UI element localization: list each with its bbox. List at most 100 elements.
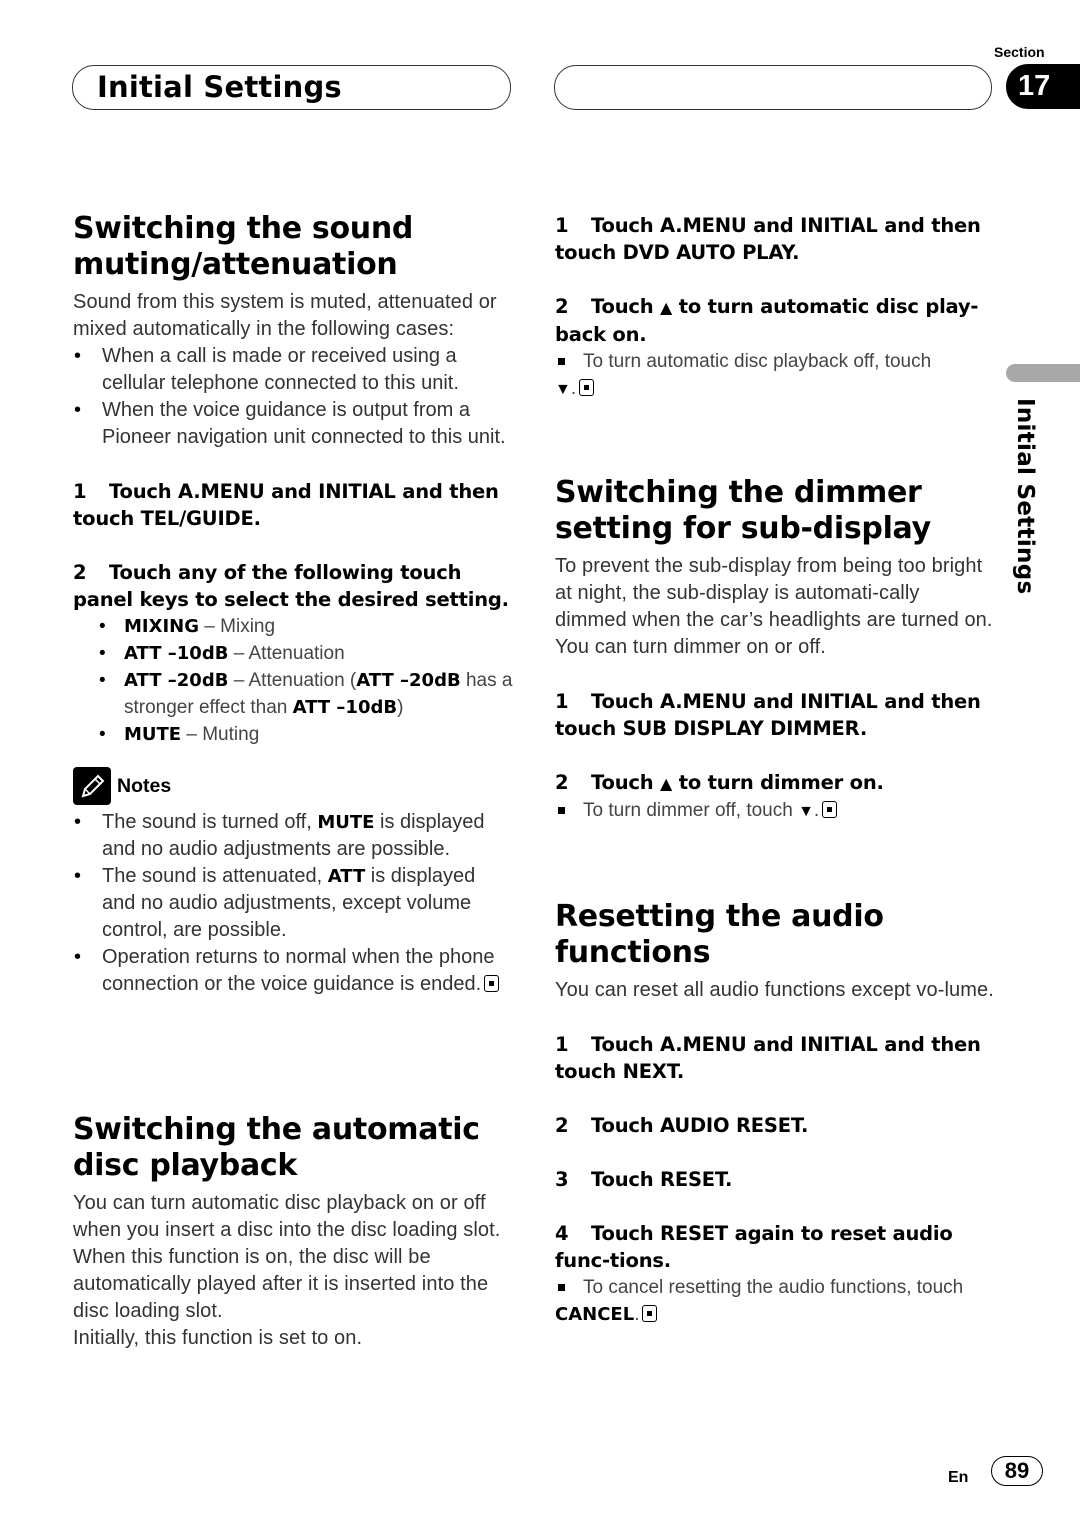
option-key: MIXING [124,616,200,637]
step-text: Touch AUDIO RESET. [591,1114,809,1137]
note-text: To cancel resetting the audio functions,… [583,1277,964,1298]
reset-step-4: 4 Touch RESET again to reset audio func-t… [555,1220,995,1274]
reset-cancel-note: To cancel resetting the audio functions,… [555,1274,995,1328]
muting-cases-list: When a call is made or received using a … [73,343,513,451]
heading-line: Switching the sound [73,211,414,246]
step-text: Touch A.MENU and INITIAL and then touch … [555,690,981,740]
note-text: To turn dimmer off, touch [583,800,799,821]
note-item: The sound is attenuated, ATT is displaye… [73,863,513,944]
reset-step-1: 1 Touch A.MENU and INITIAL and then touch… [555,1031,995,1085]
reset-intro: You can reset all audio functions except… [555,979,994,1001]
heading-line: muting/attenuation [73,247,398,282]
step-number: 2 [73,561,87,584]
option-att-20db: ATT –20dB – Attenuation (ATT –20dB has a… [99,667,513,721]
section-heading-reset: Resetting the audio functions [555,899,884,970]
reset-step-2: 2 Touch AUDIO RESET. [555,1112,995,1139]
down-triangle-icon: ▼ [798,803,814,820]
option-desc: – Muting [181,724,260,745]
note-item: Operation returns to normal when the pho… [73,944,513,998]
section-label: Section [994,44,1045,60]
step-text: to turn dimmer on. [672,771,884,794]
option-desc: – Attenuation ( [228,670,357,691]
autoplay-step-2: 2 Touch ▲ to turn automatic disc play-bac… [555,293,995,348]
note-text: The sound is attenuated, [102,865,328,887]
end-of-section-icon [642,1305,658,1322]
section-dimmer: Switching the dimmer setting for sub-dis… [555,475,995,825]
section-heading-muting: Switching the sound muting/attenuation [73,211,513,283]
note-text: . [634,1304,640,1325]
dimmer-step-2: 2 Touch ▲ to turn dimmer on. [555,769,995,797]
end-of-section-icon [579,379,595,396]
dimmer-intro: To prevent the sub-display from being to… [555,555,993,658]
option-mute: MUTE – Muting [99,721,513,748]
option-desc: – Attenuation [228,643,345,664]
end-of-section-icon [484,975,500,992]
dimmer-off-note: To turn dimmer off, touch ▼. [555,797,995,825]
step-number: 2 [555,771,569,794]
reset-step-3: 3 Touch RESET. [555,1166,995,1193]
option-key: ATT –20dB [124,670,229,691]
dimmer-step-1: 1 Touch A.MENU and INITIAL and then touch… [555,688,995,742]
section-autoplay: Switching the automatic disc playback Yo… [73,1112,513,1352]
side-tab-label: Initial Settings [1012,398,1038,595]
step-text: Touch A.MENU and INITIAL and then touch … [555,214,981,264]
note-key: MUTE [317,812,375,833]
pencil-icon [73,767,111,805]
note-key: ATT [327,866,366,887]
step-number: 1 [555,1033,569,1056]
section-heading-autoplay: Switching the automatic disc playback [73,1112,513,1184]
option-key: ATT –10dB [124,643,229,664]
note-item: The sound is turned off, MUTE is display… [73,809,513,863]
list-item: When the voice guidance is output from a… [73,397,513,451]
step-number: 3 [555,1168,569,1191]
step-text: Touch A.MENU and INITIAL and then touch … [555,1033,981,1083]
muting-options-list: MIXING – Mixing ATT –10dB – Attenuation … [73,613,513,748]
list-item: When a call is made or received using a … [73,343,513,397]
step-number: 1 [73,480,87,503]
note-text: To turn automatic disc playback off, tou… [583,351,932,372]
step-text: Touch A.MENU and INITIAL and then touch … [73,480,499,530]
section-muting: Switching the sound muting/attenuation S… [73,211,513,998]
down-triangle-icon: ▼ [555,381,571,398]
step-text: Touch [591,771,661,794]
step-text: Touch RESET. [591,1168,733,1191]
autoplay-step-1: 1 Touch A.MENU and INITIAL and then touch… [555,212,995,266]
note-text: . [570,378,577,399]
section-heading-dimmer: Switching the dimmer setting for sub-dis… [555,475,995,547]
note-text: The sound is turned off, [102,811,318,833]
option-mixing: MIXING – Mixing [99,613,513,640]
heading-line: Switching the dimmer [555,475,922,510]
side-tab-marker [1006,364,1080,382]
up-triangle-icon: ▲ [660,298,673,317]
page-number: 89 [991,1456,1043,1486]
up-triangle-icon: ▲ [660,774,673,793]
header-empty-pill [554,65,992,110]
section-number-badge: 17 [1006,64,1080,109]
step-text: Touch [591,295,661,318]
option-key: ATT –10dB [292,697,398,718]
notes-title: Notes [117,774,172,797]
autoplay-initial: Initially, this function is set to on. [73,1327,363,1349]
header-title-pill: Initial Settings [72,65,511,110]
option-att-10db: ATT –10dB – Attenuation [99,640,513,667]
option-desc: – Mixing [199,616,276,637]
note-text: Operation returns to normal when the pho… [102,946,495,995]
step-number: 2 [555,1114,569,1137]
note-text: . [813,800,820,821]
muting-step-1: 1 Touch A.MENU and INITIAL and then touch… [73,478,513,532]
heading-line: disc playback [73,1148,298,1183]
autoplay-steps: 1 Touch A.MENU and INITIAL and then touch… [555,212,995,403]
step-number: 4 [555,1222,569,1245]
notes-list: The sound is turned off, MUTE is display… [73,809,513,998]
muting-step-2: 2 Touch any of the following touch panel … [73,559,513,613]
muting-intro: Sound from this system is muted, attenua… [73,291,497,340]
heading-line: setting for sub-display [555,511,931,546]
notes-header: Notes [73,767,513,805]
autoplay-off-note: To turn automatic disc playback off, tou… [555,348,995,403]
language-label: En [948,1469,969,1486]
option-key: ATT –20dB [356,670,461,691]
option-desc: ) [397,697,404,718]
autoplay-intro: You can turn automatic disc playback on … [73,1192,501,1322]
note-key: CANCEL [555,1304,635,1325]
heading-line: Switching the automatic [73,1112,480,1147]
